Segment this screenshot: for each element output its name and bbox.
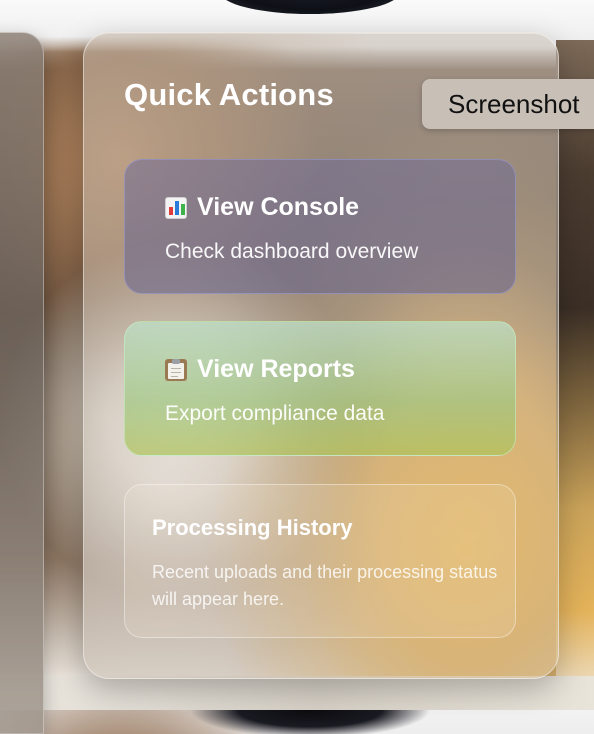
processing-history-title: Processing History	[152, 515, 353, 540]
view-reports-label: View Reports	[197, 355, 355, 383]
view-console-subtitle: Check dashboard overview	[165, 240, 419, 263]
processing-history-card: Processing History Recent uploads and th…	[124, 484, 516, 638]
view-console-title: View Console	[165, 193, 359, 222]
view-reports-subtitle: Export compliance data	[165, 402, 385, 425]
background-right	[556, 40, 594, 710]
view-reports-title: View Reports	[165, 355, 355, 384]
clipboard-icon	[165, 358, 187, 381]
screenshot-label[interactable]: Screenshot	[422, 79, 594, 129]
panel-title: Quick Actions	[124, 77, 334, 112]
quick-actions-panel: Quick Actions View Console Check dashboa…	[83, 32, 559, 679]
view-console-card[interactable]: View Console Check dashboard overview	[124, 159, 516, 294]
background-bottom	[40, 676, 594, 710]
bar-chart-icon	[165, 196, 187, 219]
view-reports-card[interactable]: View Reports Export compliance data	[124, 321, 516, 456]
processing-history-description: Recent uploads and their processing stat…	[152, 562, 498, 609]
adjacent-panel	[0, 32, 44, 734]
view-console-label: View Console	[197, 193, 360, 221]
